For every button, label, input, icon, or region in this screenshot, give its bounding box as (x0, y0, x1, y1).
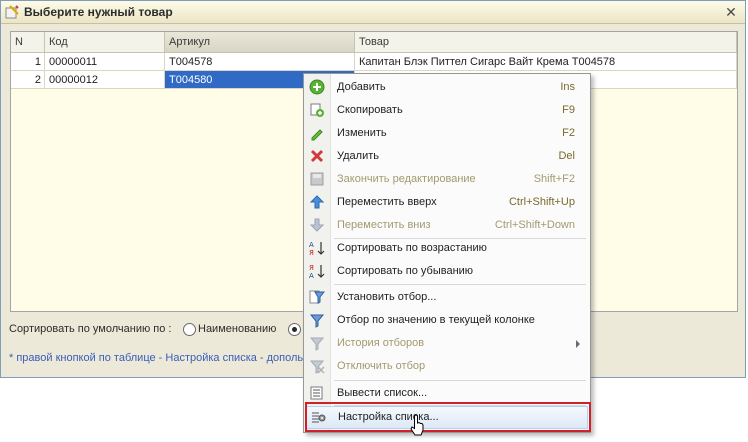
menu-item-shortcut: Ins (560, 81, 575, 93)
menu-item-move-up[interactable]: Переместить вверх Ctrl+Shift+Up (304, 191, 590, 214)
menu-item-label: Отбор по значению в текущей колонке (337, 314, 535, 326)
copy-icon (310, 103, 324, 117)
menu-item-move-down[interactable]: Переместить вниз Ctrl+Shift+Down (304, 214, 590, 237)
close-button[interactable]: ✕ (723, 4, 739, 20)
menu-item-label: Удалить (337, 150, 379, 162)
menu-item-shortcut: F2 (562, 127, 575, 139)
menu-item-label: Сортировать по возрастанию (337, 242, 487, 254)
column-header-n[interactable]: N (11, 32, 45, 52)
menu-item-filter-history[interactable]: История отборов (304, 332, 590, 355)
sort-default-label: Сортировать по умолчанию по : (9, 323, 172, 335)
window-title: Выберите нужный товар (24, 5, 173, 19)
svg-text:А: А (309, 272, 314, 279)
filter-off-icon (309, 360, 325, 374)
menu-item-sort-desc[interactable]: Я А Сортировать по убыванию (304, 260, 590, 283)
menu-item-label: Вывести список... (337, 387, 428, 399)
menu-item-shortcut: F9 (562, 104, 575, 116)
menu-item-edit[interactable]: Изменить F2 (304, 122, 590, 145)
cell-n[interactable]: 2 (11, 71, 45, 89)
sort-asc-icon: А Я (309, 241, 325, 256)
menu-separator (334, 284, 586, 285)
highlight-frame (305, 402, 591, 432)
cell-code[interactable]: 00000012 (45, 71, 165, 89)
column-header-product[interactable]: Товар (355, 32, 737, 52)
menu-item-copy[interactable]: Скопировать F9 (304, 99, 590, 122)
filter-value-icon (309, 314, 325, 328)
menu-item-delete[interactable]: Удалить Del (304, 145, 590, 168)
menu-item-label: Закончить редактирование (337, 173, 476, 185)
sort-desc-icon: Я А (309, 264, 325, 279)
move-up-icon (309, 195, 325, 209)
menu-item-shortcut: Shift+F2 (533, 173, 575, 185)
menu-item-label: Переместить вниз (337, 219, 431, 231)
menu-item-set-filter[interactable]: Установить отбор... (304, 286, 590, 309)
menu-item-disable-filter[interactable]: Отключить отбор (304, 355, 590, 378)
table-row[interactable]: 1 00000011 T004578 Капитан Блэк Питтел С… (11, 53, 737, 71)
menu-item-label: Добавить (337, 81, 386, 93)
svg-text:Я: Я (309, 249, 314, 256)
print-list-icon (310, 386, 323, 400)
context-menu: Добавить Ins Скопировать F9 Изменить F2 … (303, 73, 591, 433)
cell-code[interactable]: 00000011 (45, 53, 165, 71)
cell-article[interactable]: T004578 (165, 53, 355, 71)
sort-option-2-radio[interactable] (288, 323, 301, 336)
save-icon (310, 172, 324, 186)
svg-text:А: А (309, 241, 314, 249)
mouse-cursor-icon (410, 414, 424, 436)
menu-item-label: Изменить (337, 127, 387, 139)
delete-icon (310, 149, 324, 163)
menu-item-filter-by-value[interactable]: Отбор по значению в текущей колонке (304, 309, 590, 332)
menu-item-label: Отключить отбор (337, 360, 426, 372)
title-bar[interactable]: Выберите нужный товар ✕ (1, 1, 745, 24)
filter-set-icon (309, 290, 325, 304)
menu-separator (334, 380, 586, 381)
column-header-code[interactable]: Код (45, 32, 165, 52)
sort-by-name-radio[interactable] (183, 323, 196, 336)
table-header: N Код Артикул Товар (11, 32, 737, 53)
hint-text: * правой кнопкой по таблице - Настройка … (9, 352, 304, 364)
menu-item-label: Сортировать по убыванию (337, 265, 474, 277)
edit-icon (311, 129, 323, 141)
menu-item-finish-editing[interactable]: Закончить редактирование Shift+F2 (304, 168, 590, 191)
cell-product[interactable]: Капитан Блэк Питтел Сигарс Вайт Крема T0… (355, 53, 737, 71)
submenu-arrow-icon (576, 340, 580, 348)
menu-item-shortcut: Ctrl+Shift+Up (508, 196, 575, 208)
menu-item-add[interactable]: Добавить Ins (304, 76, 590, 99)
select-item-icon (5, 5, 19, 19)
column-header-article[interactable]: Артикул (165, 32, 355, 52)
filter-history-icon (309, 337, 325, 351)
cell-n[interactable]: 1 (11, 53, 45, 71)
sort-by-name-label[interactable]: Наименованию (198, 323, 276, 335)
menu-item-shortcut: Ctrl+Shift+Down (494, 219, 575, 231)
menu-item-label: Переместить вверх (337, 196, 437, 208)
move-down-icon (309, 218, 325, 232)
menu-item-sort-asc[interactable]: А Я Сортировать по возрастанию (304, 237, 590, 260)
menu-item-shortcut: Del (558, 150, 575, 162)
menu-item-label: История отборов (337, 337, 425, 349)
menu-item-label: Скопировать (337, 104, 403, 116)
menu-item-label: Установить отбор... (337, 291, 437, 303)
svg-text:Я: Я (309, 264, 314, 272)
add-icon (309, 79, 325, 95)
